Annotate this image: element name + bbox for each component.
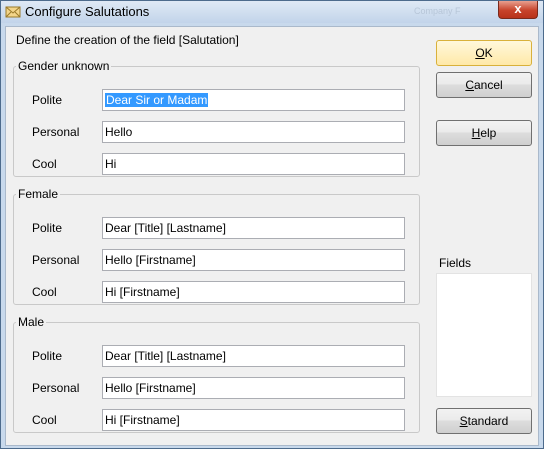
close-icon: x xyxy=(514,1,522,16)
help-button[interactable]: Help xyxy=(436,120,532,146)
label-polite: Polite xyxy=(32,349,63,363)
background-window-title: Company F xyxy=(414,6,461,16)
label-polite: Polite xyxy=(32,93,63,107)
dialog-window: Configure Salutations Company F x Define… xyxy=(0,0,544,449)
male-polite-input[interactable]: Dear [Title] [Lastname] xyxy=(102,345,405,367)
female-polite-input[interactable]: Dear [Title] [Lastname] xyxy=(102,217,405,239)
window-title: Configure Salutations xyxy=(25,4,150,19)
label-polite: Polite xyxy=(32,221,63,235)
group-female: Female Polite Dear [Title] [Lastname] Pe… xyxy=(13,187,420,305)
ok-button[interactable]: OK xyxy=(436,40,532,66)
dialog-heading: Define the creation of the field [Saluta… xyxy=(16,33,239,47)
male-personal-input[interactable]: Hello [Firstname] xyxy=(102,377,405,399)
fields-label: Fields xyxy=(439,256,472,270)
dialog-client-area: Define the creation of the field [Saluta… xyxy=(5,26,539,446)
group-legend: Gender unknown xyxy=(18,59,110,73)
female-personal-input[interactable]: Hello [Firstname] xyxy=(102,249,405,271)
label-personal: Personal xyxy=(32,381,80,395)
label-cool: Cool xyxy=(32,285,57,299)
gender-unknown-cool-input[interactable]: Hi xyxy=(102,153,405,175)
cancel-button[interactable]: Cancel xyxy=(436,72,532,98)
label-cool: Cool xyxy=(32,413,57,427)
fields-list[interactable] xyxy=(436,273,532,397)
group-legend: Male xyxy=(18,315,45,329)
male-cool-input[interactable]: Hi [Firstname] xyxy=(102,409,405,431)
gender-unknown-polite-input[interactable]: Dear Sir or Madam xyxy=(102,89,405,111)
gender-unknown-personal-input[interactable]: Hello xyxy=(102,121,405,143)
selected-text: Dear Sir or Madam xyxy=(105,93,209,107)
group-male: Male Polite Dear [Title] [Lastname] Pers… xyxy=(13,315,420,433)
group-gender-unknown: Gender unknown Polite Dear Sir or Madam … xyxy=(13,59,420,177)
envelope-icon xyxy=(5,6,21,18)
female-cool-input[interactable]: Hi [Firstname] xyxy=(102,281,405,303)
close-button[interactable]: x xyxy=(498,1,538,19)
label-personal: Personal xyxy=(32,125,80,139)
title-bar[interactable]: Configure Salutations Company F x xyxy=(1,1,543,23)
standard-button[interactable]: Standard xyxy=(436,408,532,434)
label-personal: Personal xyxy=(32,253,80,267)
label-cool: Cool xyxy=(32,157,57,171)
group-legend: Female xyxy=(18,187,59,201)
